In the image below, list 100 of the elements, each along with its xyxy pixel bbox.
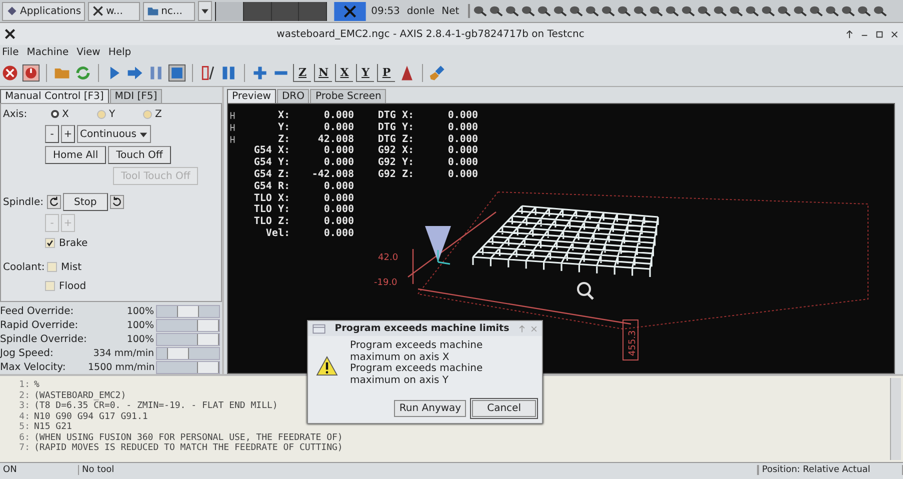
rotate-left-icon[interactable] xyxy=(47,195,61,209)
active-window-icon[interactable] xyxy=(334,2,366,20)
workspace-pager[interactable] xyxy=(215,2,328,20)
touch-off-button[interactable]: Touch Off xyxy=(108,146,171,164)
menu-item[interactable]: Machine xyxy=(26,47,69,58)
view-button[interactable]: X xyxy=(335,64,353,82)
home-all-button[interactable]: Home All xyxy=(45,146,106,164)
rotate-right-icon[interactable] xyxy=(110,195,124,209)
jog-minus-button[interactable]: - xyxy=(45,125,59,143)
code-line: (WASTEBOARD_EMC2) xyxy=(34,390,126,400)
flood-checkbox[interactable]: Flood xyxy=(45,280,86,292)
slider-label: Spindle Override: xyxy=(0,334,88,345)
line-number: 5: xyxy=(18,422,30,432)
mist-checkbox[interactable]: Mist xyxy=(47,262,82,272)
slider-thumb[interactable] xyxy=(197,362,219,373)
jog-mode-dropdown[interactable]: Continuous xyxy=(77,125,152,143)
tray-icon[interactable] xyxy=(681,4,696,18)
tray-icon[interactable] xyxy=(489,4,504,18)
tray-icon[interactable] xyxy=(825,4,840,18)
slider-thumb[interactable] xyxy=(167,348,189,359)
menu-item[interactable]: Help xyxy=(108,47,132,58)
scrollbar[interactable] xyxy=(890,378,901,460)
tray-icon[interactable] xyxy=(601,4,616,18)
dialog-button[interactable]: Run Anyway xyxy=(394,400,466,417)
dialog-button[interactable]: Cancel xyxy=(472,400,536,417)
view-button[interactable]: Y xyxy=(356,64,374,82)
applications-menu[interactable]: Applications xyxy=(2,2,86,20)
estop-icon[interactable] xyxy=(1,64,19,82)
tray-icon[interactable] xyxy=(521,4,536,18)
tray-icon[interactable] xyxy=(649,4,664,18)
tray-icon[interactable] xyxy=(505,4,520,18)
position-status: Position: Relative Actual xyxy=(758,465,903,475)
x-icon xyxy=(4,28,16,40)
taskbar-window[interactable]: nc... xyxy=(143,2,196,20)
tray-icon[interactable] xyxy=(537,4,552,18)
dro-label: G54 R: xyxy=(252,180,290,193)
jog-plus-button[interactable]: + xyxy=(61,125,75,143)
taskbar-window[interactable]: w... xyxy=(88,2,140,20)
caret-icon[interactable] xyxy=(198,1,212,21)
up-arrow-icon[interactable] xyxy=(845,30,854,38)
power-icon[interactable] xyxy=(22,64,40,82)
slider-thumb[interactable] xyxy=(197,334,219,345)
tab[interactable]: Manual Control [F3] xyxy=(0,89,109,103)
slash-page-icon[interactable] xyxy=(199,64,217,82)
right-arrow-icon[interactable] xyxy=(126,64,144,82)
spindle-stop-button[interactable]: Stop xyxy=(63,193,108,211)
dro-value: 42.008 xyxy=(316,134,354,146)
tray-icon[interactable] xyxy=(713,4,728,18)
dro-label: TLO Z: xyxy=(252,216,290,228)
tool-status: No tool xyxy=(79,465,758,475)
tray-icon[interactable] xyxy=(873,4,888,18)
tray-icon[interactable] xyxy=(633,4,648,18)
tray-icon[interactable] xyxy=(553,4,568,18)
dimension-label: 455.3 xyxy=(622,320,638,360)
stop-icon[interactable] xyxy=(168,64,186,82)
tray-icon[interactable] xyxy=(665,4,680,18)
origin-axes xyxy=(437,249,451,265)
brush-icon[interactable] xyxy=(429,64,447,82)
slider-thumb[interactable] xyxy=(197,320,219,331)
tab[interactable]: Probe Screen xyxy=(310,89,386,103)
tray-icon[interactable] xyxy=(617,4,632,18)
window-menu-icon[interactable] xyxy=(312,324,326,334)
tray-icon[interactable] xyxy=(841,4,856,18)
check-icon xyxy=(46,239,54,247)
tray-icon[interactable] xyxy=(777,4,792,18)
brake-checkbox[interactable]: Brake xyxy=(45,238,88,248)
axis-radio[interactable]: Y xyxy=(97,108,137,120)
menu-item[interactable]: File xyxy=(2,47,19,58)
tray-icon[interactable] xyxy=(585,4,600,18)
tab[interactable]: Preview xyxy=(227,89,276,103)
view-button[interactable]: P xyxy=(377,64,395,82)
slider-reading: 1500 mm/min xyxy=(88,362,156,373)
plus-icon[interactable] xyxy=(251,64,269,82)
reload-icon[interactable] xyxy=(74,64,92,82)
tray-icon[interactable] xyxy=(809,4,824,18)
tray-icon[interactable] xyxy=(473,4,488,18)
slider-label: Max Velocity: xyxy=(0,362,67,373)
dro-label: X: xyxy=(276,110,290,122)
tab[interactable]: DRO xyxy=(276,89,310,103)
axis-radio[interactable]: Z xyxy=(143,108,183,120)
preview-canvas[interactable] xyxy=(227,103,895,374)
dro-value: 0.000 xyxy=(446,134,478,146)
menu-item[interactable]: View xyxy=(76,47,100,58)
tray-icon[interactable] xyxy=(761,4,776,18)
tab[interactable]: MDI [F5] xyxy=(110,89,162,103)
tray-icon[interactable] xyxy=(697,4,712,18)
tray-icon[interactable] xyxy=(569,4,584,18)
network-label: Net xyxy=(440,6,460,16)
view-button[interactable]: N xyxy=(314,64,332,82)
maximize-icon[interactable] xyxy=(875,30,884,38)
dro-value: -42.008 xyxy=(310,168,354,181)
tray-icon[interactable] xyxy=(745,4,760,18)
close-icon[interactable] xyxy=(890,30,899,38)
tray-icon[interactable] xyxy=(793,4,808,18)
slider-reading: 334 mm/min xyxy=(92,348,155,359)
tray-icon[interactable] xyxy=(857,4,872,18)
axis-radio[interactable]: X xyxy=(51,108,91,120)
slider-thumb[interactable] xyxy=(177,306,199,317)
tray-icon[interactable] xyxy=(729,4,744,18)
view-button[interactable]: Z xyxy=(293,64,311,82)
